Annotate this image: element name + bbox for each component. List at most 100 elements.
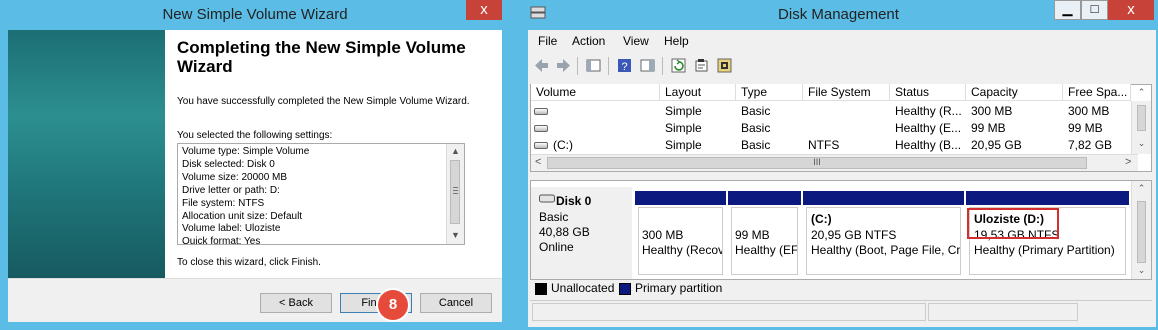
legend-unallocated-label: Unallocated: [551, 281, 615, 295]
partition-label: (C:): [811, 212, 832, 226]
volume-list-vertical-scrollbar[interactable]: ⌃ ⌄: [1131, 87, 1151, 154]
volume-disk-icon: [534, 108, 548, 115]
disk-settings-icon[interactable]: [716, 57, 733, 74]
scroll-thumb-grip: III: [813, 157, 821, 167]
column-header-free-space[interactable]: Free Spa...: [1063, 84, 1131, 101]
volume-file-system: NTFS: [808, 138, 840, 152]
scroll-right-icon[interactable]: >: [1125, 156, 1131, 168]
back-button[interactable]: < Back: [260, 293, 332, 313]
highlight-box: [967, 208, 1059, 239]
disk-state: Online: [539, 240, 574, 254]
volume-capacity: 20,95 GB: [971, 138, 1022, 152]
partition-status: Healthy (Recov: [642, 243, 722, 257]
volume-free-space: 7,82 GB: [1068, 138, 1113, 152]
toolbar-separator: [608, 57, 609, 75]
partition-size: 20,95 GB NTFS: [811, 228, 897, 242]
svg-text:?: ?: [621, 61, 627, 73]
maximize-button[interactable]: □: [1081, 0, 1108, 20]
volume-type: Basic: [741, 121, 771, 135]
disk-size: 40,88 GB: [539, 225, 590, 239]
column-header-file-system[interactable]: File System: [803, 84, 890, 101]
scroll-up-icon[interactable]: ⌃: [1132, 183, 1151, 194]
help-icon[interactable]: ?: [616, 57, 633, 74]
scroll-thumb[interactable]: [1137, 105, 1146, 131]
menu-help[interactable]: Help: [664, 34, 689, 48]
settings-summary-line: Quick format: Yes: [182, 236, 261, 245]
wizard-selected-text: You selected the following settings:: [177, 130, 333, 141]
column-header-layout[interactable]: Layout: [660, 84, 736, 101]
volume-name: (C:): [553, 138, 573, 152]
settings-summary-line: Volume size: 20000 MB: [182, 171, 288, 183]
legend-primary-label: Primary partition: [635, 281, 723, 295]
column-header-status[interactable]: Status: [890, 84, 966, 101]
settings-summary-line: Volume label: Uloziste: [182, 223, 281, 235]
settings-summary-box[interactable]: Volume type: Simple Volume Disk selected:…: [177, 143, 465, 245]
settings-summary-line: File system: NTFS: [182, 197, 265, 209]
wizard-success-text: You have successfully completed the New …: [177, 96, 470, 107]
scroll-thumb[interactable]: [1137, 201, 1146, 263]
toolbar-separator: [577, 57, 578, 75]
settings-scrollbar[interactable]: ▲ ▼: [446, 144, 464, 244]
disk-view-vertical-scrollbar[interactable]: ⌃ ⌄: [1131, 181, 1151, 279]
properties-icon[interactable]: [693, 57, 710, 74]
scroll-down-icon[interactable]: ▼: [447, 230, 464, 240]
scroll-thumb[interactable]: III: [547, 157, 1087, 169]
partition-size: 99 MB: [735, 228, 770, 242]
volume-layout: Simple: [665, 104, 702, 118]
wizard-close-button[interactable]: x: [466, 0, 502, 20]
show-action-pane-icon[interactable]: [639, 57, 656, 74]
volume-type: Basic: [741, 104, 771, 118]
scroll-down-icon[interactable]: ⌄: [1132, 138, 1151, 149]
status-bar-segment: [532, 303, 926, 321]
scroll-up-icon[interactable]: ▲: [447, 146, 464, 156]
volume-capacity: 99 MB: [971, 121, 1006, 135]
volume-free-space: 300 MB: [1068, 104, 1110, 118]
wizard-close-instruction: To close this wizard, click Finish.: [177, 257, 321, 268]
table-row[interactable]: [531, 121, 1131, 138]
wizard-heading: Completing the New Simple Volume Wizard: [177, 38, 466, 76]
scroll-left-icon[interactable]: <: [535, 156, 541, 168]
column-header-capacity[interactable]: Capacity: [966, 84, 1063, 101]
volume-list-horizontal-scrollbar[interactable]: < III >: [531, 154, 1138, 171]
wizard-window-title: New Simple Volume Wizard: [162, 6, 348, 23]
toolbar-separator: [662, 57, 663, 75]
menu-file[interactable]: File: [538, 34, 557, 48]
forward-arrow-icon[interactable]: [555, 57, 572, 74]
settings-summary-line: Drive letter or path: D:: [182, 184, 280, 196]
scroll-thumb[interactable]: [450, 160, 460, 224]
volume-layout: Simple: [665, 138, 702, 152]
show-hide-console-tree-icon[interactable]: [585, 57, 602, 74]
minimize-button[interactable]: ▁: [1054, 0, 1081, 20]
menu-view[interactable]: View: [623, 34, 649, 48]
menu-action[interactable]: Action: [572, 34, 605, 48]
settings-summary-line: Allocation unit size: Default: [182, 210, 303, 222]
scroll-down-icon[interactable]: ⌄: [1132, 265, 1151, 276]
scroll-up-icon[interactable]: ⌃: [1132, 87, 1151, 98]
volume-layout: Simple: [665, 121, 702, 135]
column-header-type[interactable]: Type: [736, 84, 803, 101]
volume-status: Healthy (R...: [895, 104, 962, 118]
legend-primary-swatch: [619, 283, 631, 295]
settings-summary-line: Volume type: Simple Volume: [182, 146, 310, 157]
volume-type: Basic: [741, 138, 771, 152]
table-row[interactable]: [531, 104, 1131, 121]
cancel-button[interactable]: Cancel: [420, 293, 492, 313]
volume-free-space: 99 MB: [1068, 121, 1103, 135]
back-arrow-icon[interactable]: [533, 57, 550, 74]
disk-name: Disk 0: [556, 194, 592, 208]
disk-drive-icon: [539, 194, 555, 203]
partition-size: 300 MB: [642, 228, 684, 242]
volume-status: Healthy (B...: [895, 138, 962, 152]
disk-type: Basic: [539, 210, 569, 224]
partition-color-bar: [966, 191, 1129, 205]
legend-unallocated-swatch: [535, 283, 547, 295]
status-bar: [530, 300, 1152, 322]
column-header-volume[interactable]: Volume: [531, 84, 660, 101]
volume-status: Healthy (E...: [895, 121, 962, 135]
partition-status: Healthy (Primary Partition): [974, 243, 1115, 257]
partition-status: Healthy (Boot, Page File, Cra: [811, 243, 960, 257]
disk-management-close-button[interactable]: x: [1108, 0, 1154, 20]
refresh-icon[interactable]: [670, 57, 687, 74]
volume-disk-icon: [534, 142, 548, 149]
partition-color-bar: [728, 191, 801, 205]
